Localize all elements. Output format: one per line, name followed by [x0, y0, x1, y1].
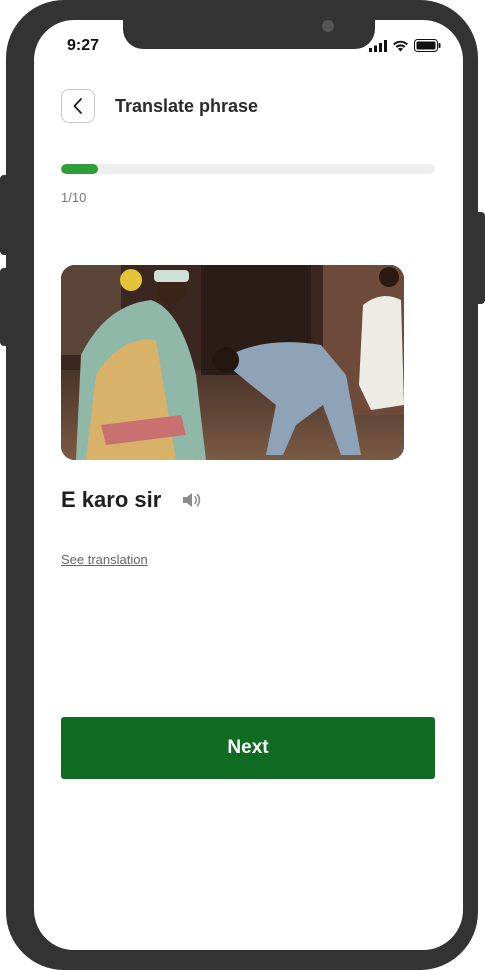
- speaker-icon[interactable]: [181, 489, 205, 511]
- page-title: Translate phrase: [115, 95, 259, 116]
- phrase-illustration: [61, 265, 404, 460]
- status-icons: [369, 39, 441, 52]
- speaker-glyph: [183, 493, 201, 507]
- chevron-left-icon: [73, 98, 82, 114]
- see-translation-link[interactable]: See translation: [61, 552, 148, 567]
- progress-bar: [61, 164, 435, 174]
- status-time: 9:27: [67, 37, 100, 54]
- phone-screen: 9:27 Translate phrase 1/10 E karo sir Se…: [34, 20, 463, 950]
- camera-dot: [322, 20, 334, 32]
- signal-icon: [369, 39, 387, 52]
- progress-counter: 1/10: [61, 190, 87, 205]
- battery-icon: [414, 39, 441, 52]
- progress-fill: [61, 164, 99, 174]
- wifi-icon: [393, 40, 408, 51]
- page-header: Translate phrase: [61, 89, 258, 123]
- back-button[interactable]: [61, 89, 95, 123]
- phone-frame: 9:27 Translate phrase 1/10 E karo sir Se…: [6, 0, 478, 970]
- phrase-photo: [61, 265, 404, 460]
- phrase-text: E karo sir: [61, 487, 162, 512]
- next-button[interactable]: Next: [61, 717, 435, 779]
- notch: [123, 20, 375, 49]
- phrase-row: E karo sir: [61, 487, 205, 513]
